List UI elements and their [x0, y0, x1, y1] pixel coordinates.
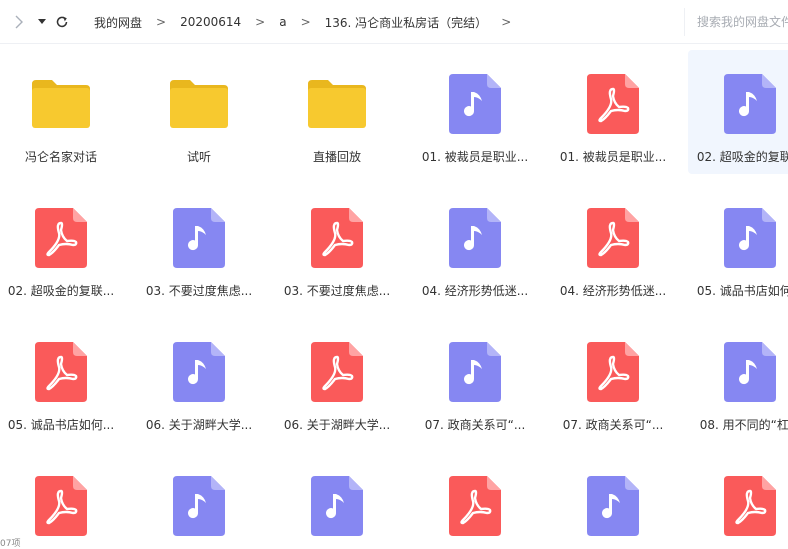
file-name: 05. 诚品书店如何...	[7, 418, 115, 432]
pdf-file-icon	[724, 476, 776, 536]
file-name: 01. 被裁员是职业...	[559, 150, 667, 164]
chevron-right-icon	[15, 15, 23, 29]
file-name: 冯仑名家对话	[24, 150, 97, 164]
audio-file-item[interactable]	[551, 452, 675, 549]
audio-file-item[interactable]: 02. 超吸金的复联...	[688, 50, 788, 174]
audio-file-icon	[173, 208, 225, 268]
breadcrumb-separator: >	[300, 15, 311, 29]
pdf-file-icon	[35, 208, 87, 268]
audio-file-icon	[587, 476, 639, 536]
refresh-button[interactable]	[52, 12, 72, 32]
search-box	[684, 8, 788, 36]
folder-icon	[32, 80, 90, 128]
pdf-file-icon	[587, 342, 639, 402]
audio-file-item[interactable]	[275, 452, 399, 549]
file-grid: 冯仑名家对话 试听 直播回放 01. 被裁员是职业... 01. 被裁员是职业... 02…	[0, 44, 788, 549]
folder-item[interactable]: 冯仑名家对话	[0, 50, 123, 174]
audio-file-item[interactable]: 07. 政商关系可“...	[413, 318, 537, 442]
audio-file-icon	[311, 476, 363, 536]
file-name: 04. 经济形势低迷...	[559, 284, 667, 298]
pdf-file-icon	[587, 74, 639, 134]
history-dropdown-button[interactable]	[34, 12, 50, 32]
audio-file-icon	[724, 342, 776, 402]
status-bar-text: 07项	[0, 539, 21, 549]
pdf-file-item[interactable]: 02. 超吸金的复联...	[0, 184, 123, 308]
file-name: 08. 用不同的“杠...	[699, 418, 788, 432]
breadcrumb-separator: >	[255, 15, 266, 29]
audio-file-icon	[449, 208, 501, 268]
file-name: 01. 被裁员是职业...	[421, 150, 529, 164]
file-name: 07. 政商关系可“...	[562, 418, 664, 432]
search-input[interactable]	[697, 15, 788, 29]
audio-file-item[interactable]: 06. 关于湖畔大学...	[137, 318, 261, 442]
pdf-file-item[interactable]: 06. 关于湖畔大学...	[275, 318, 399, 442]
breadcrumb-item-a[interactable]: a	[279, 15, 286, 29]
pdf-file-icon	[311, 208, 363, 268]
audio-file-item[interactable]: 01. 被裁员是职业...	[413, 50, 537, 174]
pdf-file-item[interactable]: 05. 诚品书店如何...	[0, 318, 123, 442]
pdf-file-icon	[449, 476, 501, 536]
folder-icon	[308, 80, 366, 128]
file-name: 03. 不要过度焦虑...	[283, 284, 391, 298]
file-name: 07. 政商关系可“...	[424, 418, 526, 432]
caret-down-icon	[38, 19, 46, 24]
pdf-file-item[interactable]	[0, 452, 123, 549]
file-name: 直播回放	[312, 150, 361, 164]
breadcrumb: 我的网盘 > 20200614 > a > 136. 冯仑商业私房话（完结） >	[94, 0, 525, 44]
file-name: 06. 关于湖畔大学...	[283, 418, 391, 432]
file-name: 02. 超吸金的复联...	[696, 150, 788, 164]
pdf-file-icon	[311, 342, 363, 402]
audio-file-item[interactable]: 03. 不要过度焦虑...	[137, 184, 261, 308]
file-name: 06. 关于湖畔大学...	[145, 418, 253, 432]
pdf-file-item[interactable]	[413, 452, 537, 549]
toolbar: 我的网盘 > 20200614 > a > 136. 冯仑商业私房话（完结） >	[0, 0, 788, 44]
breadcrumb-dropdown[interactable]: >	[501, 15, 511, 29]
audio-file-icon	[449, 74, 501, 134]
file-name: 02. 超吸金的复联...	[7, 284, 115, 298]
file-name: 05. 诚品书店如何...	[696, 284, 788, 298]
audio-file-item[interactable]: 05. 诚品书店如何...	[688, 184, 788, 308]
audio-file-icon	[724, 74, 776, 134]
pdf-file-icon	[587, 208, 639, 268]
pdf-file-icon	[35, 476, 87, 536]
audio-file-icon	[173, 476, 225, 536]
breadcrumb-item-date[interactable]: 20200614	[180, 15, 241, 29]
pdf-file-item[interactable]: 04. 经济形势低迷...	[551, 184, 675, 308]
pdf-file-icon	[35, 342, 87, 402]
file-name: 试听	[186, 150, 211, 164]
audio-file-icon	[724, 208, 776, 268]
audio-file-item[interactable]: 08. 用不同的“杠...	[688, 318, 788, 442]
pdf-file-item[interactable]	[688, 452, 788, 549]
breadcrumb-separator: >	[156, 15, 167, 29]
folder-item[interactable]: 直播回放	[275, 50, 399, 174]
folder-icon	[170, 80, 228, 128]
breadcrumb-item-current[interactable]: 136. 冯仑商业私房话（完结）	[325, 14, 488, 31]
file-name: 04. 经济形势低迷...	[421, 284, 529, 298]
pdf-file-item[interactable]: 07. 政商关系可“...	[551, 318, 675, 442]
audio-file-icon	[173, 342, 225, 402]
breadcrumb-item-root[interactable]: 我的网盘	[94, 14, 142, 31]
forward-button[interactable]	[10, 12, 28, 32]
pdf-file-item[interactable]: 03. 不要过度焦虑...	[275, 184, 399, 308]
audio-file-icon	[449, 342, 501, 402]
audio-file-item[interactable]	[137, 452, 261, 549]
refresh-icon	[56, 16, 68, 28]
audio-file-item[interactable]: 04. 经济形势低迷...	[413, 184, 537, 308]
pdf-file-item[interactable]: 01. 被裁员是职业...	[551, 50, 675, 174]
folder-item[interactable]: 试听	[137, 50, 261, 174]
file-name: 03. 不要过度焦虑...	[145, 284, 253, 298]
